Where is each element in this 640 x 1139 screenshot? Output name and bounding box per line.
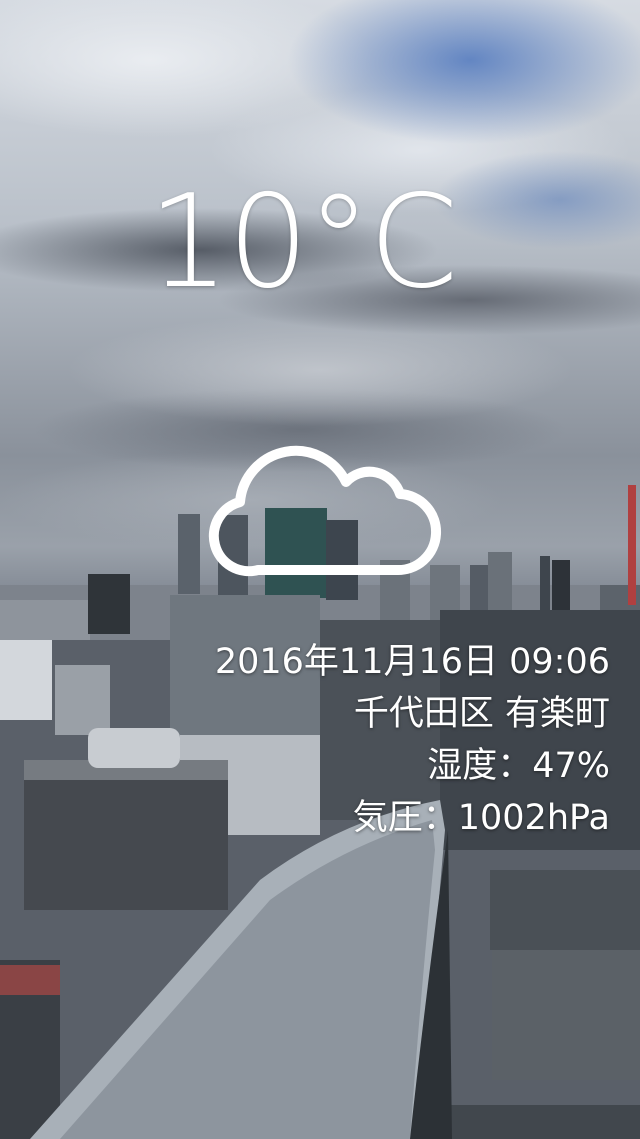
location-label: 千代田区 有楽町 bbox=[353, 694, 610, 734]
weather-details: 2016年11月16日 09:06 千代田区 有楽町 湿度：47% 気圧：100… bbox=[215, 636, 610, 844]
weather-overlay: 10°C 2016年11月16日 09:06 千代田区 有楽町 湿度：47% 気… bbox=[0, 0, 640, 1139]
weather-screen: 10°C 2016年11月16日 09:06 千代田区 有楽町 湿度：47% 気… bbox=[0, 0, 640, 1139]
datetime-label: 2016年11月16日 09:06 bbox=[214, 642, 610, 682]
humidity-label: 湿度：47% bbox=[427, 746, 610, 786]
cloud-icon bbox=[208, 445, 441, 577]
pressure-label: 気圧：1002hPa bbox=[352, 798, 610, 838]
temperature-label: 10°C bbox=[148, 168, 458, 317]
